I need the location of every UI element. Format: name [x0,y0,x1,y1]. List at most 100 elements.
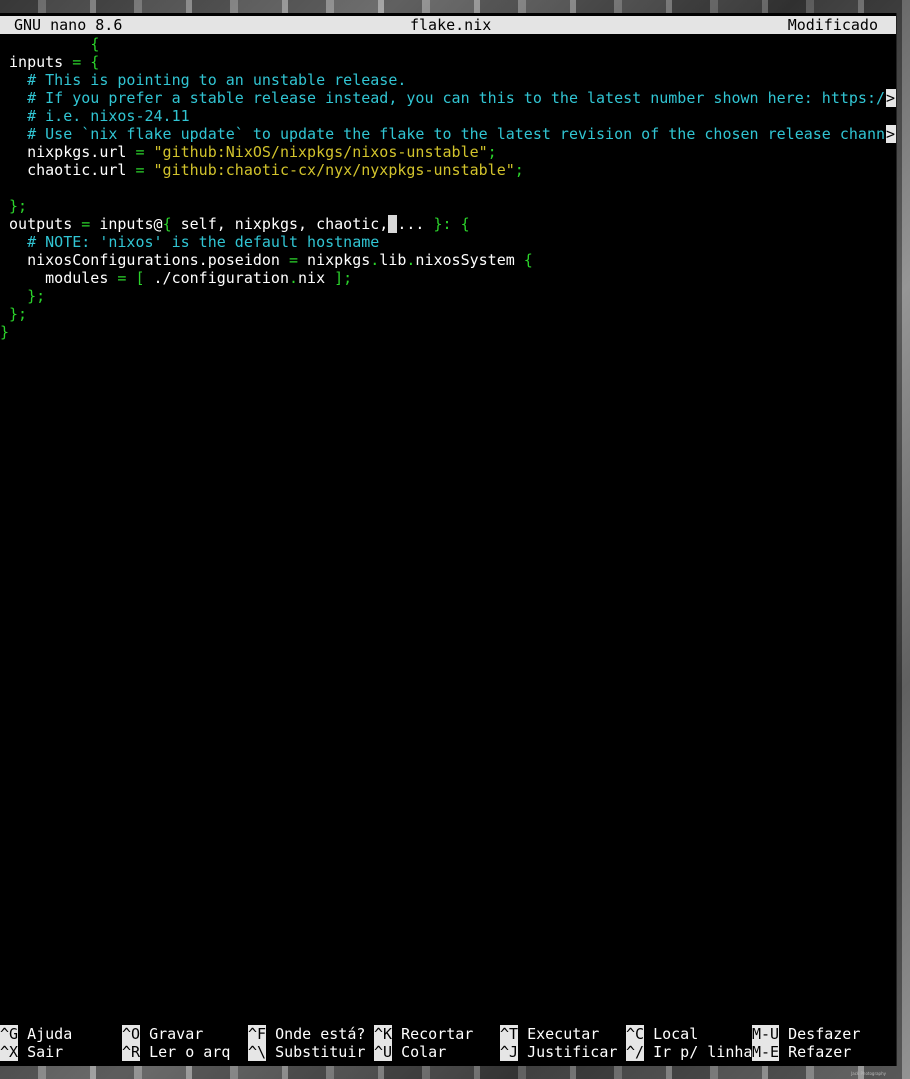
code-token: "github:NixOS/nixpkgs/nixos-unstable" [153,143,488,161]
code-token: = [135,143,154,161]
shortcut-key: ^G [0,1025,19,1043]
terminal-window[interactable]: GNU nano 8.6 flake.nix Modificado { inpu… [0,13,897,1066]
shortcut-label: Desfazer [779,1025,861,1043]
shortcut-onde-est-[interactable]: ^F Onde está? [248,1025,365,1043]
app-version: GNU nano 8.6 [14,16,123,34]
code-token: # This is pointing to an unstable releas… [0,71,407,89]
line-overflow-marker: > [886,89,896,107]
code-token: = [135,161,154,179]
code-line[interactable]: # This is pointing to an unstable releas… [0,71,406,89]
shortcut-key: ^O [122,1025,141,1043]
code-line[interactable]: nixpkgs.url = "github:NixOS/nixpkgs/nixo… [0,143,497,161]
code-token: nixosConfigurations.poseidon [0,251,289,269]
line-overflow-marker: > [886,125,896,143]
shortcut-ir-p-linha[interactable]: ^/ Ir p/ linha [626,1043,752,1061]
shortcut-label: Recortar [392,1025,474,1043]
shortcut-local[interactable]: ^C Local [626,1025,698,1043]
nano-titlebar: GNU nano 8.6 flake.nix Modificado [0,16,896,34]
code-token: ]; [334,269,353,287]
code-line[interactable]: }; [0,197,27,215]
code-line[interactable]: inputs = { [0,53,99,71]
code-token: inputs [0,53,73,71]
code-token: . [289,269,299,287]
code-line[interactable]: # If you prefer a stable release instead… [0,89,896,107]
code-line[interactable]: }; [0,305,27,323]
shortcut-key: ^U [374,1043,393,1061]
shortcut-label: Substituir [266,1043,366,1061]
shortcut-ler-o-arq[interactable]: ^R Ler o arq [122,1043,230,1061]
shortcut-substituir[interactable]: ^\ Substituir [248,1043,365,1061]
modified-status: Modificado [787,16,878,34]
code-token: { [523,251,533,269]
code-token: ; [514,161,524,179]
code-token: nixpkgs.url [0,143,136,161]
shortcut-ajuda[interactable]: ^G Ajuda [0,1025,72,1043]
code-line[interactable]: # i.e. nixos-24.11 [0,107,190,125]
code-line[interactable]: nixosConfigurations.poseidon = nixpkgs.l… [0,251,533,269]
shortcut-label: Onde está? [266,1025,366,1043]
shortcut-recortar[interactable]: ^K Recortar [374,1025,473,1043]
shortcut-gravar[interactable]: ^O Gravar [122,1025,203,1043]
shortcut-justificar[interactable]: ^J Justificar [500,1043,617,1061]
code-token: outputs [0,215,82,233]
shortcut-label: Ir p/ linha [644,1043,753,1061]
code-token: }: { [424,215,470,233]
code-token: { [162,215,172,233]
shortcut-key: ^C [626,1025,645,1043]
code-token: # If you prefer a stable release instead… [0,89,886,107]
code-token: = [81,215,100,233]
code-token: = [288,251,308,269]
shortcut-key: ^K [374,1025,393,1043]
code-token: }; [0,305,28,323]
code-token: ; [487,143,497,161]
shortcut-desfazer[interactable]: M-U Desfazer [752,1025,860,1043]
code-token: # NOTE: 'nixos' is the default hostname [0,233,380,251]
shortcut-key: M-U [752,1025,780,1043]
shortcut-key: M-E [752,1043,780,1061]
code-token: nix [298,269,335,287]
code-line[interactable]: { [0,35,99,53]
shortcut-label: Colar [392,1043,447,1061]
shortcut-refazer[interactable]: M-E Refazer [752,1043,851,1061]
code-token: chaotic.url [0,161,136,179]
code-line[interactable]: # NOTE: 'nixos' is the default hostname [0,233,379,251]
code-token: { [90,35,100,53]
code-line[interactable]: outputs = inputs@{ self, nixpkgs, chaoti… [0,215,470,233]
file-name: flake.nix [410,16,492,34]
shortcut-key: ^J [500,1043,519,1061]
code-token: = { [72,53,100,71]
code-token: ./configuration [153,269,289,287]
shortcut-label: Sair [18,1043,64,1061]
shortcut-label: Executar [518,1025,600,1043]
shortcut-key: ^T [500,1025,519,1043]
code-line[interactable]: # Use `nix flake update` to update the f… [0,125,896,143]
code-token: self, nixpkgs, chaotic, [171,215,389,233]
shortcut-key: ^F [248,1025,267,1043]
shortcut-key: ^\ [248,1043,267,1061]
shortcut-label: Ler o arq [140,1043,231,1061]
code-token: }; [0,197,28,215]
shortcut-label: Local [644,1025,699,1043]
code-token: } [0,323,10,341]
code-line[interactable]: } [0,323,9,341]
shortcut-key: ^R [122,1043,141,1061]
shortcut-label: Ajuda [18,1025,73,1043]
code-token: . [370,251,380,269]
shortcut-sair[interactable]: ^X Sair [0,1043,63,1061]
shortcut-executar[interactable]: ^T Executar [500,1025,599,1043]
wallpaper-credit: Jack Photography [851,1071,886,1076]
code-line[interactable]: chaotic.url = "github:chaotic-cx/nyx/nyx… [0,161,524,179]
code-token: inputs@ [99,215,163,233]
code-line[interactable]: }; [0,287,45,305]
shortcut-label: Gravar [140,1025,204,1043]
code-line[interactable]: modules = [ ./configuration.nix ]; [0,269,352,287]
code-token: }; [0,287,46,305]
shortcut-key: ^X [0,1043,19,1061]
code-token: = [ [117,269,154,287]
code-token: nixpkgs [307,251,371,269]
shortcut-key: ^/ [626,1043,645,1061]
shortcut-colar[interactable]: ^U Colar [374,1043,446,1061]
code-token: "github:chaotic-cx/nyx/nyxpkgs-unstable" [153,161,515,179]
code-token: nixosSystem [415,251,524,269]
